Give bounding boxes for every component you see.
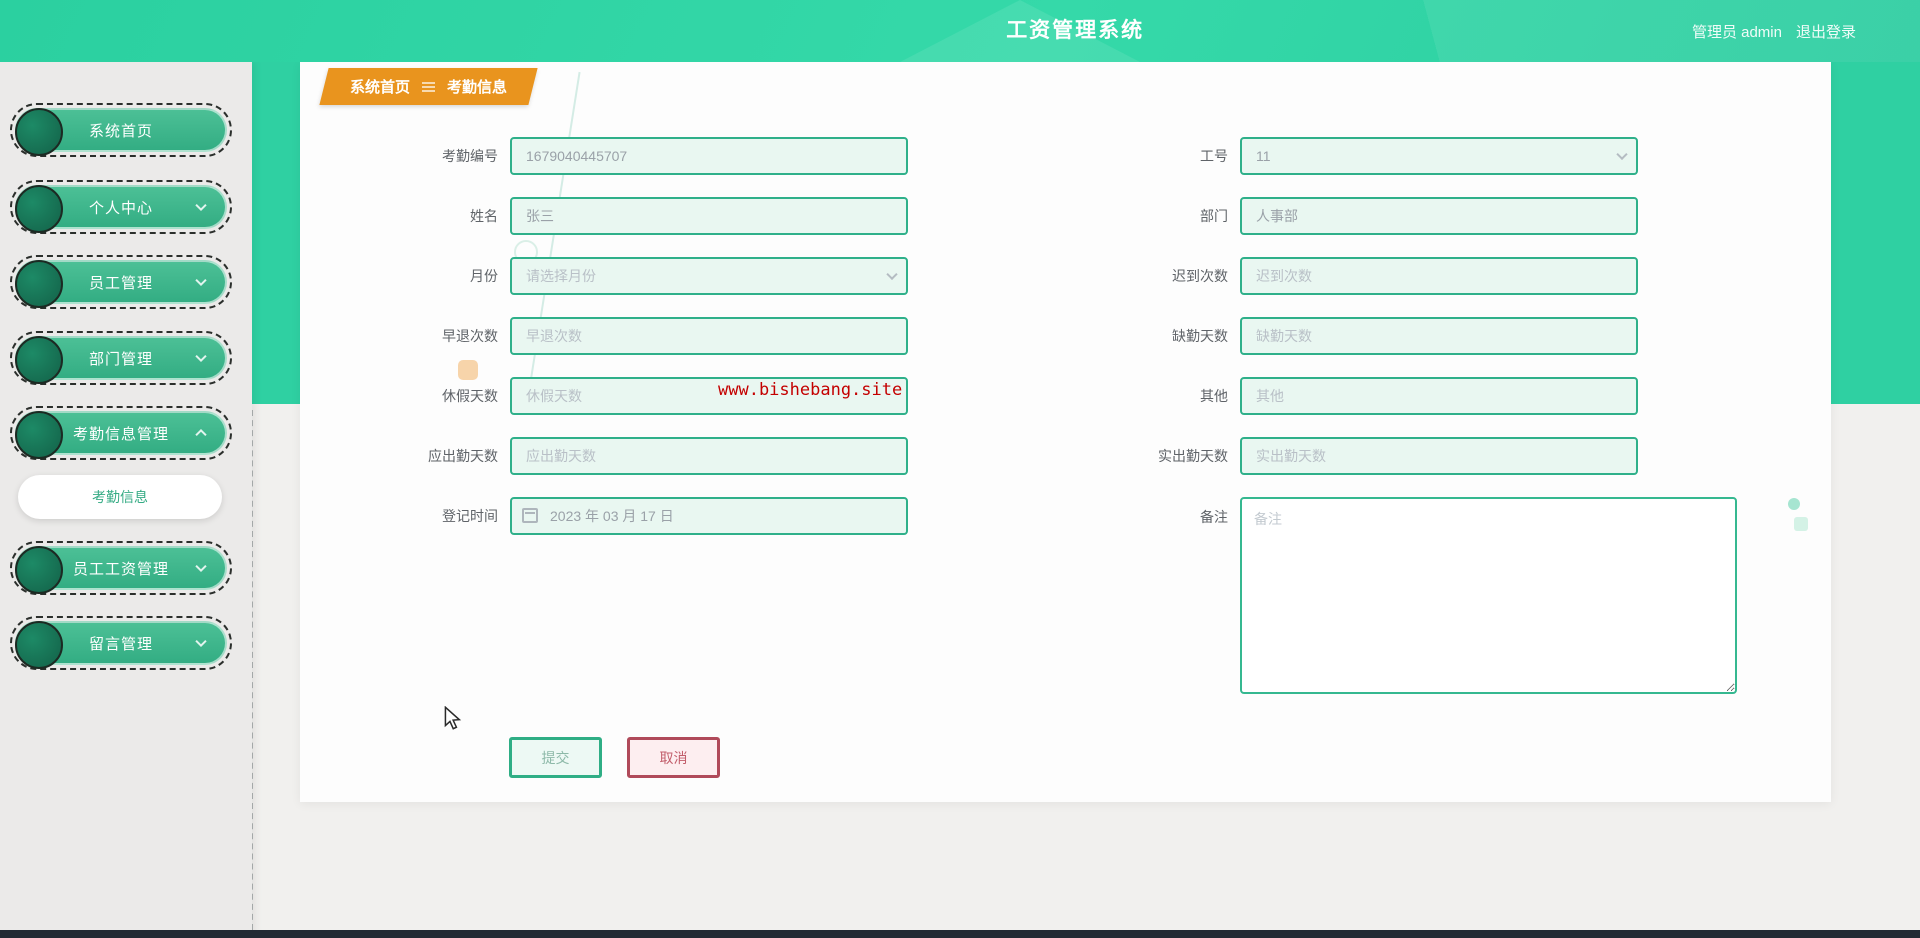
decor-square: [1794, 517, 1808, 531]
menu-bullet-icon: [15, 260, 63, 308]
menu-bullet-icon: [15, 621, 63, 669]
current-user-label: 管理员 admin: [1691, 23, 1782, 41]
sidebar-item-message-mgmt[interactable]: 留言管理: [10, 616, 232, 670]
chevron-down-icon: [195, 199, 207, 212]
menu-bullet-icon: [15, 185, 63, 233]
actual-days-input[interactable]: [1240, 437, 1638, 475]
breadcrumb-home[interactable]: 系统首页: [350, 76, 410, 97]
bottom-edge-strip: [0, 930, 1920, 938]
employee-no-label: 工号: [1200, 148, 1228, 164]
absent-days-input[interactable]: [1240, 317, 1638, 355]
remark-textarea[interactable]: [1240, 497, 1737, 694]
name-input[interactable]: [510, 197, 908, 235]
early-leave-label: 早退次数: [442, 328, 498, 344]
sidebar-item-salary-mgmt[interactable]: 员工工资管理: [10, 541, 232, 595]
sidebar-item-label: 员工管理: [88, 274, 153, 292]
register-time-label: 登记时间: [442, 508, 498, 524]
chevron-down-icon: [195, 635, 207, 648]
breadcrumb-current: 考勤信息: [447, 79, 508, 96]
department-input[interactable]: [1240, 197, 1638, 235]
page-title: 工资管理系统: [1006, 19, 1145, 42]
sidebar-item-label: 个人中心: [88, 199, 153, 217]
other-input[interactable]: [1240, 377, 1638, 415]
site-watermark: www.bishebang.site: [718, 380, 903, 400]
sidebar: 系统首页 个人中心 员工管理 部门管理 考勤信息管理 考勤信息 员工工资管理 留…: [0, 62, 252, 938]
sidebar-item-label: 员工工资管理: [72, 560, 169, 578]
sidebar-item-attendance-mgmt[interactable]: 考勤信息管理: [10, 406, 232, 460]
employee-no-select[interactable]: [1240, 137, 1638, 175]
actual-days-label: 实出勤天数: [1158, 448, 1228, 464]
menu-bullet-icon: [15, 108, 63, 156]
logout-link[interactable]: 退出登录: [1796, 21, 1856, 42]
mouse-cursor: [444, 706, 462, 730]
expected-days-input[interactable]: [510, 437, 908, 475]
absent-days-label: 缺勤天数: [1172, 328, 1228, 344]
attendance-id-input[interactable]: [510, 137, 908, 175]
chevron-down-icon: [195, 560, 207, 573]
decor-line: [525, 71, 581, 409]
breadcrumb: 系统首页 考勤信息: [319, 68, 538, 105]
sidebar-item-label: 系统首页: [88, 122, 153, 140]
early-leave-input[interactable]: [510, 317, 908, 355]
sidebar-item-employee-mgmt[interactable]: 员工管理: [10, 255, 232, 309]
chevron-down-icon: [195, 274, 207, 287]
sidebar-subitem-attendance-info[interactable]: 考勤信息: [18, 475, 222, 519]
sidebar-item-label: 考勤信息管理: [72, 425, 169, 443]
chevron-down-icon: [195, 350, 207, 363]
remark-label: 备注: [1200, 509, 1228, 525]
late-count-input[interactable]: [1240, 257, 1638, 295]
sidebar-item-label: 部门管理: [88, 350, 153, 368]
name-label: 姓名: [470, 208, 498, 224]
sidebar-item-home[interactable]: 系统首页: [10, 103, 232, 157]
app-root: 工资管理系统 管理员 admin 退出登录 系统首页 个人中心 员工管理 部门管…: [0, 0, 1920, 938]
sidebar-item-personal-center[interactable]: 个人中心: [10, 180, 232, 234]
month-select[interactable]: [510, 257, 908, 295]
breadcrumb-separator-icon: [422, 81, 436, 92]
expected-days-label: 应出勤天数: [428, 448, 498, 464]
menu-bullet-icon: [15, 336, 63, 384]
month-label: 月份: [470, 268, 498, 284]
register-time-input[interactable]: [510, 497, 908, 535]
late-count-label: 迟到次数: [1172, 268, 1228, 284]
decor-dot: [1788, 498, 1800, 510]
sidebar-item-department-mgmt[interactable]: 部门管理: [10, 331, 232, 385]
attendance-id-label: 考勤编号: [442, 148, 498, 164]
other-label: 其他: [1200, 388, 1228, 404]
vacation-days-label: 休假天数: [442, 388, 498, 404]
menu-bullet-icon: [15, 546, 63, 594]
chevron-up-icon: [195, 428, 207, 441]
department-label: 部门: [1200, 208, 1228, 224]
content-panel: 系统首页 考勤信息 考勤编号 姓名 月份 早退次数 休假天数: [300, 62, 1831, 802]
sidebar-item-label: 留言管理: [88, 635, 153, 653]
sidebar-subitem-label: 考勤信息: [92, 489, 148, 505]
cancel-button[interactable]: 取消: [627, 737, 720, 778]
submit-button[interactable]: 提交: [509, 737, 602, 778]
menu-bullet-icon: [15, 411, 63, 459]
top-header: 工资管理系统 管理员 admin 退出登录: [0, 0, 1920, 62]
